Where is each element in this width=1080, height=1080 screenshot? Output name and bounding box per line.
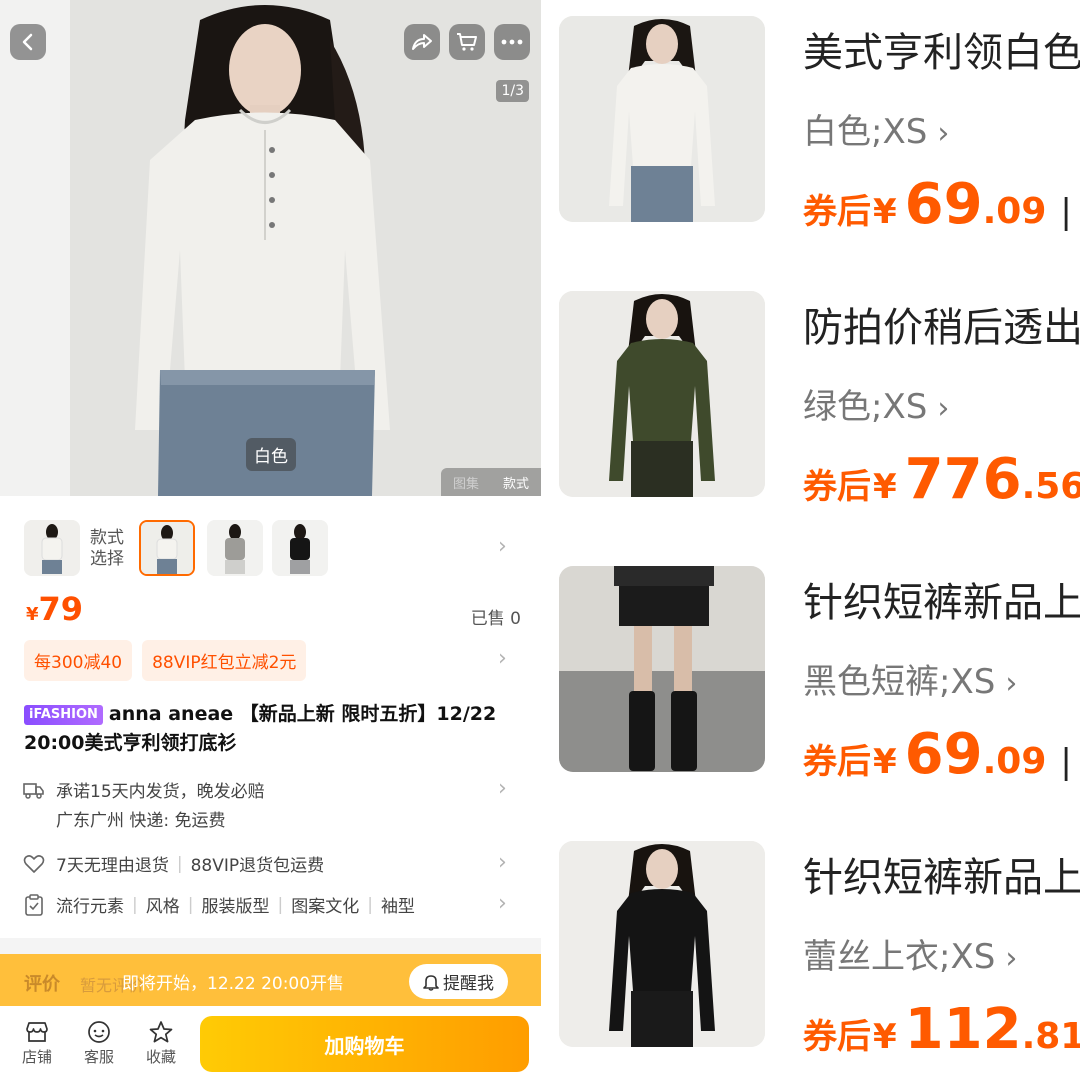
- clipboard-icon: [25, 893, 43, 916]
- share-button[interactable]: [404, 24, 440, 60]
- view-tabs: 图集 款式: [440, 468, 541, 496]
- more-button[interactable]: [494, 24, 530, 60]
- cart-item-price: 券后¥776.56|: [803, 447, 1080, 512]
- cart-item-spec[interactable]: 黑色短裤;XS ›: [803, 654, 1017, 703]
- more-dots-icon: [501, 39, 523, 45]
- cart-item-price: 券后¥69.09|¥: [803, 172, 1072, 237]
- sale-countdown-banner: 评价 暂无评价 即将开始，12.22 20:00开售 提醒我: [0, 954, 541, 1006]
- star-icon: [149, 1021, 173, 1043]
- variant-label: 款式 选择: [90, 528, 124, 569]
- brand-badge: iFASHION: [24, 705, 103, 725]
- tab-gallery[interactable]: 图集: [441, 468, 491, 496]
- cart-item-image: [559, 566, 765, 772]
- section-divider: [0, 938, 541, 954]
- bell-icon: [423, 974, 439, 991]
- variant-thumb[interactable]: [272, 520, 328, 576]
- cart-button[interactable]: [449, 24, 485, 60]
- promo-tag[interactable]: 每300减40: [24, 640, 133, 681]
- add-to-cart-button[interactable]: 加购物车: [200, 1016, 529, 1072]
- shipping-chevron-right-icon[interactable]: ›: [498, 776, 507, 801]
- chevron-right-icon: ›: [1005, 666, 1018, 701]
- favorite-tab[interactable]: 收藏: [136, 1020, 186, 1067]
- cart-item-title: 针织短裤新品上: [803, 855, 1080, 901]
- variant-thumb-image: [272, 520, 328, 576]
- customer-service-tab[interactable]: 客服: [74, 1020, 124, 1067]
- shipping-origin: 广东广州 快递: 免运费: [56, 811, 226, 831]
- chevron-right-icon: ›: [1005, 941, 1018, 976]
- cart-item-title: 针织短裤新品上: [803, 580, 1080, 626]
- variant-thumb-image: [24, 520, 80, 576]
- cart-item-spec[interactable]: 白色;XS ›: [803, 104, 949, 153]
- variant-selector: 款式 选择 ›: [0, 510, 541, 586]
- heart-shield-icon: [23, 854, 45, 873]
- share-icon: [412, 34, 432, 50]
- variant-chevron-right-icon[interactable]: ›: [498, 534, 507, 559]
- page-indicator: 1/3: [496, 80, 529, 102]
- promo-chevron-right-icon[interactable]: ›: [498, 646, 507, 671]
- chevron-right-icon: ›: [937, 116, 950, 151]
- sold-count: 已售 0: [470, 609, 521, 629]
- cart-item-spec[interactable]: 蕾丝上衣;XS ›: [803, 929, 1017, 978]
- cart-item-thumbnail[interactable]: [559, 291, 765, 497]
- price-row: ¥79 已售 0: [26, 590, 521, 630]
- review-title: 评价: [24, 974, 60, 995]
- product-image-carousel[interactable]: 1/3 白色 图集 款式: [0, 0, 541, 496]
- cart-item[interactable]: 防拍价稍后透出 绿色;XS› 券后¥776.56|: [541, 275, 1080, 550]
- cart-item[interactable]: 针织短裤新品上 蕾丝上衣;XS› 券后¥112.81|¥: [541, 825, 1080, 1080]
- attributes-chevron-right-icon[interactable]: ›: [498, 891, 507, 916]
- cart-item[interactable]: 美式亨利领白色 白色;XS› 券后¥69.09|¥: [541, 0, 1080, 275]
- returns-chevron-right-icon[interactable]: ›: [498, 850, 507, 875]
- shipping-promise: 承诺15天内发货，晚发必赔: [56, 782, 265, 802]
- store-tab[interactable]: 店铺: [12, 1020, 62, 1067]
- truck-icon: [23, 782, 44, 799]
- remind-me-button[interactable]: 提醒我: [409, 964, 508, 999]
- cart-item-price: 券后¥69.09|¥: [803, 722, 1072, 787]
- cart-item-title: 美式亨利领白色: [803, 30, 1080, 76]
- bottom-action-bar: 店铺 客服 收藏 加购物车: [0, 1006, 541, 1080]
- product-photo: [0, 0, 541, 496]
- product-attributes[interactable]: 流行元素 | 风格 | 服装版型 | 图案文化 | 袖型: [22, 892, 415, 917]
- product-detail-panel: 1/3 白色 图集 款式 款式 选择 › ¥79 已售 0 每300减40 88…: [0, 0, 541, 1080]
- promo-tag[interactable]: 88VIP红包立减2元: [142, 640, 307, 681]
- chevron-left-icon: [22, 33, 33, 51]
- back-button[interactable]: [10, 24, 46, 60]
- shopping-cart-icon: [457, 33, 477, 51]
- store-icon: [26, 1022, 48, 1042]
- cart-item[interactable]: 针织短裤新品上 黑色短裤;XS› 券后¥69.09|¥: [541, 550, 1080, 825]
- shipping-info[interactable]: 承诺15天内发货，晚发必赔: [22, 777, 265, 802]
- return-policy[interactable]: 7天无理由退货 | 88VIP退货包运费: [22, 851, 324, 876]
- variant-thumb[interactable]: [24, 520, 80, 576]
- variant-thumb-image: [207, 520, 263, 576]
- cart-item-price: 券后¥112.81|¥: [803, 997, 1080, 1062]
- cart-item-image: [559, 16, 765, 222]
- cart-item-title: 防拍价稍后透出: [803, 305, 1080, 351]
- cart-item-thumbnail[interactable]: [559, 566, 765, 772]
- variant-thumb-selected[interactable]: [139, 520, 195, 576]
- cart-item-thumbnail[interactable]: [559, 841, 765, 1047]
- price: ¥79: [26, 590, 84, 628]
- cart-item-spec[interactable]: 绿色;XS ›: [803, 379, 949, 428]
- cart-item-image: [559, 291, 765, 497]
- variant-thumb[interactable]: [207, 520, 263, 576]
- color-tag: 白色: [246, 438, 296, 471]
- product-title: iFASHION anna aneae 【新品上新 限时五折】12/22 20:0…: [24, 703, 497, 754]
- smile-chat-icon: [88, 1021, 110, 1043]
- tab-style[interactable]: 款式: [491, 468, 541, 496]
- cart-item-list: 美式亨利领白色 白色;XS› 券后¥69.09|¥ 防拍价稍后透出 绿色;XS›…: [541, 0, 1080, 1080]
- variant-thumb-image: [141, 522, 193, 574]
- promo-row[interactable]: 每300减40 88VIP红包立减2元: [24, 640, 307, 681]
- chevron-right-icon: ›: [937, 391, 950, 426]
- cart-item-thumbnail[interactable]: [559, 16, 765, 222]
- sale-start-message: 即将开始，12.22 20:00开售: [122, 974, 345, 994]
- cart-item-image: [559, 841, 765, 1047]
